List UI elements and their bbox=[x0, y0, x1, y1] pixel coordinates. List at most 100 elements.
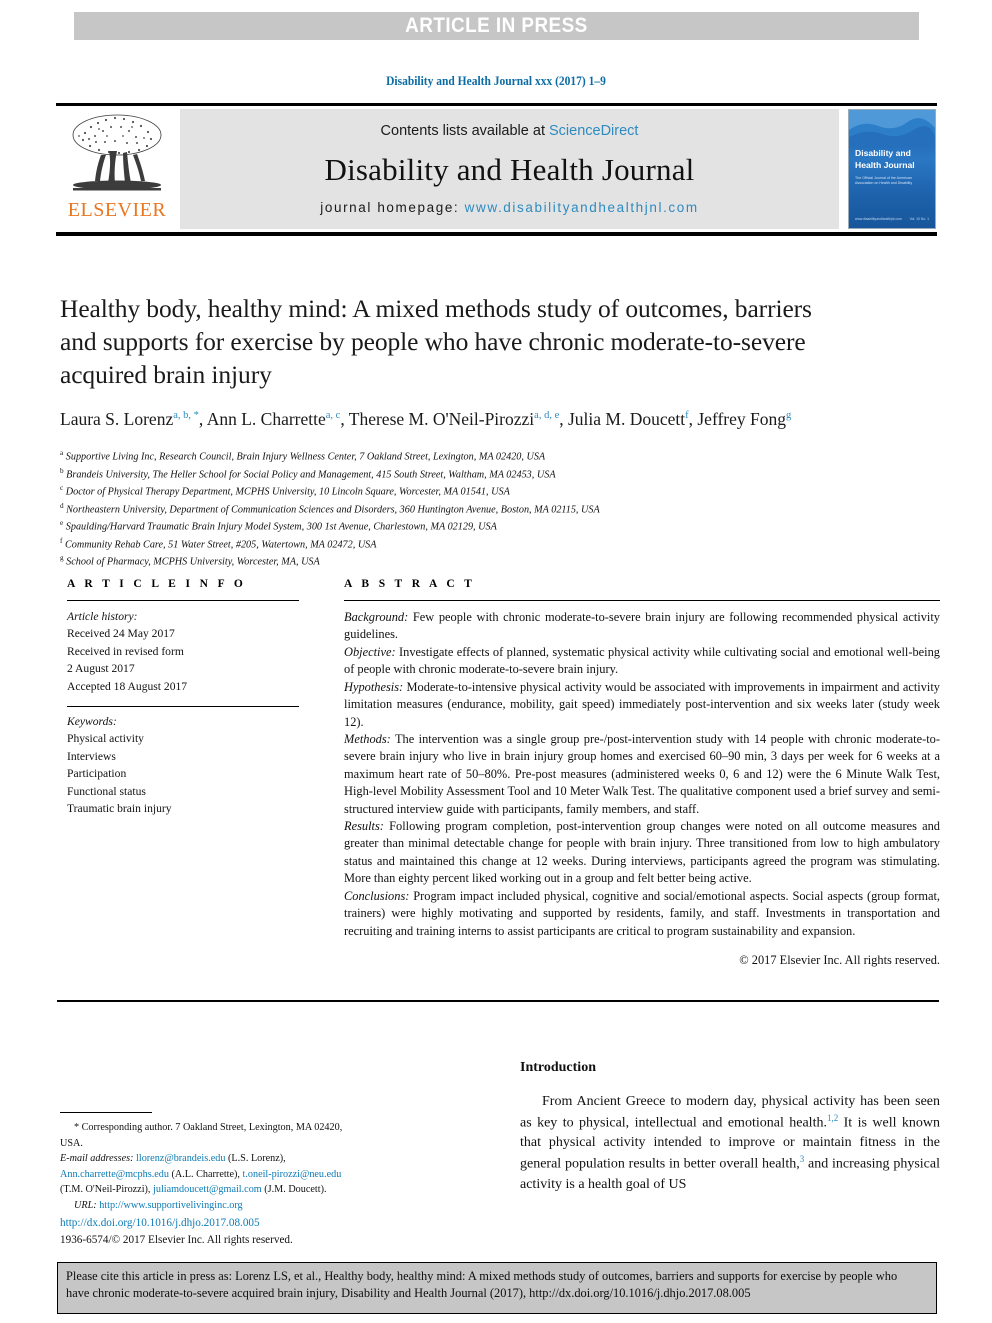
footnotes-block: * Corresponding author. 7 Oakland Street… bbox=[60, 1112, 360, 1213]
affiliation-item: d Northeastern University, Department of… bbox=[60, 501, 940, 519]
author-marks-4[interactable]: g bbox=[786, 411, 791, 422]
url-label: URL: bbox=[74, 1199, 97, 1211]
abstract-paragraph: Background: Few people with chronic mode… bbox=[344, 609, 940, 644]
cover-title-line2: Health Journal bbox=[855, 159, 915, 170]
email-who-0: (L.S. Lorenz), bbox=[225, 1153, 286, 1164]
corresponding-author-note: * Corresponding author. 7 Oakland Street… bbox=[60, 1120, 360, 1151]
author-list: Laura S. Lorenza, b, *, Ann L. Charrette… bbox=[60, 409, 792, 430]
abstract-text-background: Few people with chronic moderate-to-seve… bbox=[344, 610, 940, 642]
history-item: Received in revised form bbox=[67, 644, 184, 658]
affiliation-mark-g: g bbox=[60, 554, 64, 562]
masthead-bottom-rule bbox=[56, 232, 937, 236]
article-info-rule bbox=[67, 600, 299, 601]
author-marks-2[interactable]: a, d, e bbox=[534, 411, 559, 422]
affiliation-mark-f: f bbox=[60, 536, 63, 545]
footnote-separator-rule bbox=[60, 1112, 152, 1113]
keyword-item: Participation bbox=[67, 767, 127, 781]
cover-foot-right: Vol. 10 No. 1 bbox=[909, 216, 929, 221]
elsevier-wordmark: ELSEVIER bbox=[67, 199, 167, 221]
journal-cover-thumbnail[interactable]: Disability and Health Journal The Offici… bbox=[848, 109, 936, 229]
history-item: Received 24 May 2017 bbox=[67, 627, 175, 641]
abstract-heading: A B S T R A C T bbox=[344, 578, 476, 590]
author-marks-0[interactable]: a, b, * bbox=[173, 411, 199, 422]
abstract-section: A B S T R A C T Background: Few people w… bbox=[344, 578, 940, 968]
author-name-4: Jeffrey Fong bbox=[697, 409, 786, 430]
title-block: Healthy body, healthy mind: A mixed meth… bbox=[60, 292, 820, 432]
affiliation-item: c Doctor of Physical Therapy Department,… bbox=[60, 483, 940, 501]
article-in-press-banner: ARTICLE IN PRESS bbox=[74, 12, 919, 40]
introduction-section: Introduction From Ancient Greece to mode… bbox=[520, 1060, 940, 1195]
author-name-3: Julia M. Doucett bbox=[567, 409, 686, 430]
abstract-label-methods: Methods: bbox=[344, 731, 391, 746]
abstract-label-background: Background: bbox=[344, 610, 409, 624]
author-marks-3[interactable]: f bbox=[685, 411, 689, 422]
citation-ref-1[interactable]: 1,2 bbox=[827, 1113, 838, 1123]
article-history-label: Article history: bbox=[67, 610, 138, 623]
affiliation-mark-d: d bbox=[60, 501, 64, 510]
running-head: Disability and Health Journal xxx (2017)… bbox=[386, 74, 606, 88]
email-addresses-note: E-mail addresses: llorenz@brandeis.edu (… bbox=[60, 1151, 360, 1198]
asterisk-icon: * bbox=[74, 1122, 80, 1133]
author-name-1: Ann L. Charrette bbox=[206, 409, 326, 430]
affiliation-text-f: Community Rehab Care, 51 Water Street, #… bbox=[64, 538, 377, 550]
abstract-text-methods: The intervention was a single group pre-… bbox=[344, 731, 940, 816]
introduction-heading: Introduction bbox=[520, 1060, 596, 1075]
abstract-paragraph: Conclusions: Program impact included phy… bbox=[344, 888, 940, 940]
masthead-center-panel: Contents lists available at ScienceDirec… bbox=[180, 109, 839, 229]
keywords-label: Keywords: bbox=[67, 714, 117, 728]
email-link-0[interactable]: llorenz@brandeis.edu bbox=[136, 1153, 225, 1164]
cover-subtitle: The Official Journal of the American Ass… bbox=[855, 176, 913, 186]
homepage-url-link[interactable]: www.disabilityandhealthjnl.com bbox=[465, 200, 699, 215]
keyword-item: Functional status bbox=[67, 784, 146, 798]
cover-footer: www.disabilityandhealthjnl.com Vol. 10 N… bbox=[855, 217, 929, 222]
article-info-section: A R T I C L E I N F O Article history: R… bbox=[67, 578, 299, 817]
sciencedirect-link[interactable]: ScienceDirect bbox=[549, 123, 638, 139]
abstract-copyright: © 2017 Elsevier Inc. All rights reserved… bbox=[739, 953, 940, 968]
email-who-2: (T.M. O'Neil-Pirozzi), bbox=[60, 1184, 154, 1195]
elsevier-tree-icon bbox=[72, 114, 162, 191]
journal-homepage-line: journal homepage: www.disabilityandhealt… bbox=[320, 200, 698, 215]
keyword-item: Interviews bbox=[67, 749, 116, 763]
affiliation-mark-e: e bbox=[60, 519, 64, 527]
history-item: 2 August 2017 bbox=[67, 662, 135, 676]
paper-title: Healthy body, healthy mind: A mixed meth… bbox=[60, 294, 812, 390]
author-marks-1[interactable]: a, c bbox=[326, 411, 341, 422]
affiliation-text-d: Northeastern University, Department of C… bbox=[66, 503, 600, 515]
keywords-rule bbox=[67, 705, 299, 707]
affiliation-mark-b: b bbox=[60, 466, 64, 475]
email-link-3[interactable]: juliamdoucett@gmail.com bbox=[153, 1184, 262, 1195]
email-link-2[interactable]: t.oneil-pirozzi@neu.edu bbox=[243, 1169, 342, 1180]
author-url-link[interactable]: http://www.supportivelivinginc.org bbox=[99, 1200, 242, 1211]
journal-cover-cell: Disability and Health Journal The Offici… bbox=[841, 106, 937, 232]
abstract-label-results: Results: bbox=[344, 819, 384, 834]
affiliation-list: a Supportive Living Inc, Research Counci… bbox=[60, 448, 940, 571]
affiliation-text-e: Spaulding/Harvard Traumatic Brain Injury… bbox=[65, 521, 497, 533]
abstract-text-objective: Investigate effects of planned, systemat… bbox=[344, 644, 940, 677]
article-history-block: Article history: Received 24 May 2017 Re… bbox=[67, 608, 299, 695]
affiliation-text-c: Doctor of Physical Therapy Department, M… bbox=[65, 486, 510, 498]
please-cite-box: Please cite this article in press as: Lo… bbox=[57, 1262, 937, 1314]
email-who-1: (A.L. Charrette), bbox=[168, 1168, 243, 1180]
abstract-paragraph: Results: Following program completion, p… bbox=[344, 818, 940, 888]
email-addresses-label: E-mail addresses: bbox=[60, 1153, 134, 1164]
abstract-label-objective: Objective: bbox=[344, 644, 396, 659]
abstract-body: Background: Few people with chronic mode… bbox=[344, 609, 940, 940]
abstract-label-hypothesis: Hypothesis: bbox=[344, 679, 404, 694]
please-cite-text: Please cite this article in press as: Lo… bbox=[66, 1269, 898, 1300]
affiliation-item: a Supportive Living Inc, Research Counci… bbox=[60, 448, 940, 466]
cover-title-line1: Disability and bbox=[855, 148, 911, 158]
abstract-paragraph: Hypothesis: Moderate-to-intensive physic… bbox=[344, 679, 940, 731]
introduction-paragraph: From Ancient Greece to modern day, physi… bbox=[520, 1092, 940, 1195]
homepage-prefix: journal homepage: bbox=[320, 200, 465, 215]
affiliation-item: e Spaulding/Harvard Traumatic Brain Inju… bbox=[60, 518, 940, 536]
issn-copyright-line: 1936-6574/© 2017 Elsevier Inc. All right… bbox=[60, 1234, 293, 1247]
doi-block: http://dx.doi.org/10.1016/j.dhjo.2017.08… bbox=[60, 1215, 380, 1250]
email-link-1[interactable]: Ann.charrette@mcphs.edu bbox=[60, 1169, 169, 1180]
affiliation-item: f Community Rehab Care, 51 Water Street,… bbox=[60, 536, 940, 554]
contents-lists-line: Contents lists available at ScienceDirec… bbox=[381, 123, 639, 139]
affiliation-text-a: Supportive Living Inc, Research Council,… bbox=[65, 451, 546, 463]
doi-link[interactable]: http://dx.doi.org/10.1016/j.dhjo.2017.08… bbox=[60, 1215, 380, 1232]
affiliation-item: b Brandeis University, The Heller School… bbox=[60, 466, 940, 484]
article-info-heading: A R T I C L E I N F O bbox=[67, 578, 247, 590]
journal-masthead: ELSEVIER Contents lists available at Sci… bbox=[56, 103, 937, 236]
